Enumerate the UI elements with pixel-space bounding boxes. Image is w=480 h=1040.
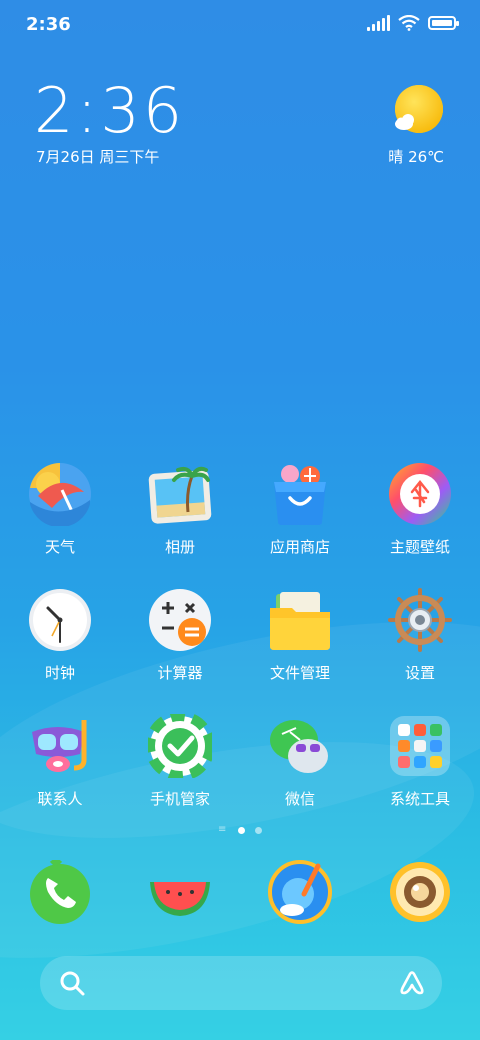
app-calculator[interactable]: 计算器 (120, 582, 240, 708)
xiaoai-icon[interactable] (398, 969, 426, 997)
app-label: 天气 (44, 538, 75, 556)
app-clock[interactable]: 时钟 (0, 582, 120, 708)
page-indicator[interactable]: ≡ (0, 824, 480, 835)
themes-icon (389, 463, 451, 525)
dock-camera[interactable] (360, 860, 480, 924)
app-label: 应用商店 (269, 538, 330, 556)
security-icon (148, 714, 212, 778)
dock-phone[interactable] (0, 860, 120, 924)
search-icon[interactable] (58, 969, 86, 997)
search-bar[interactable] (40, 956, 442, 1010)
app-settings[interactable]: 设置 (360, 582, 480, 708)
calculator-icon (149, 589, 211, 651)
widget-date[interactable]: 7月26日 周三下午 (36, 146, 159, 167)
app-tools-folder[interactable]: 系统工具 (360, 708, 480, 834)
camera-icon (390, 862, 450, 922)
dock (0, 860, 480, 924)
app-contacts[interactable]: 联系人 (0, 708, 120, 834)
app-label: 相册 (164, 538, 195, 556)
app-label: 主题壁纸 (389, 538, 450, 556)
app-label: 时钟 (44, 664, 75, 682)
wifi-icon (398, 15, 420, 31)
phone-icon (30, 860, 90, 924)
contacts-icon (32, 720, 87, 772)
widget-clock[interactable]: 2:36 (34, 76, 185, 146)
dock-messages[interactable] (120, 860, 240, 924)
dock-browser[interactable] (240, 860, 360, 924)
app-file-manager[interactable]: 文件管理 (240, 582, 360, 708)
tools-folder-icon (390, 716, 450, 776)
weather-icon (29, 463, 91, 526)
status-time: 2:36 (26, 14, 71, 35)
app-label: 系统工具 (389, 790, 450, 808)
app-wechat[interactable]: 微信 (240, 708, 360, 834)
signal-icon (367, 15, 390, 31)
app-label: 手机管家 (149, 790, 210, 808)
page-dot-active (238, 826, 245, 834)
app-weather[interactable]: 天气 (0, 456, 120, 582)
home-page-indicator-icon: ≡ (218, 824, 227, 835)
app-label: 文件管理 (269, 664, 330, 682)
app-security[interactable]: 手机管家 (120, 708, 240, 834)
widget-weather[interactable]: 晴 26℃ (388, 146, 444, 167)
messages-icon (150, 882, 210, 916)
app-label: 微信 (284, 790, 315, 808)
page-dot (255, 826, 262, 834)
status-bar: 2:36 (0, 0, 480, 50)
gallery-icon (148, 466, 212, 524)
app-label: 设置 (404, 664, 435, 682)
app-store-icon (274, 465, 326, 525)
app-gallery[interactable]: 相册 (120, 456, 240, 582)
app-label: 计算器 (157, 664, 203, 682)
battery-icon (428, 16, 459, 30)
app-label: 联系人 (37, 790, 83, 808)
browser-icon (268, 860, 332, 924)
app-grid: 天气 相册 应用商店 主题壁纸 时钟 计算器 文件管理 设置 联系人 手机管家 … (0, 456, 480, 834)
app-themes[interactable]: 主题壁纸 (360, 456, 480, 582)
wechat-icon (270, 720, 328, 773)
settings-icon (388, 588, 452, 652)
app-store[interactable]: 应用商店 (240, 456, 360, 582)
clock-icon (29, 589, 91, 651)
file-manager-icon (270, 592, 330, 650)
sun-icon[interactable] (392, 84, 444, 136)
